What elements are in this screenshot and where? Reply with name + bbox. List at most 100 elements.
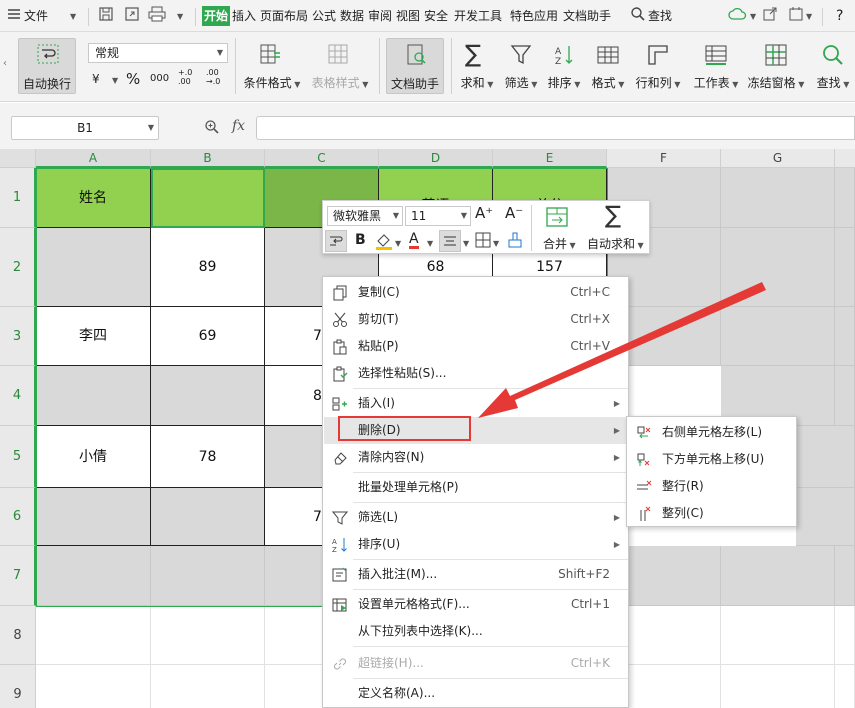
tab-developer[interactable]: 开发工具 <box>454 6 502 26</box>
bold-button[interactable]: B <box>355 232 366 248</box>
merge-button[interactable]: 合并 ▼ <box>539 203 576 253</box>
cell-B4[interactable] <box>151 366 265 426</box>
submenu-entire-column[interactable]: 整列(C) <box>628 500 796 527</box>
menu-item-pick-from-list[interactable]: 从下拉列表中选择(K)... <box>324 618 628 645</box>
search-icon[interactable] <box>630 6 648 24</box>
cell-A5[interactable]: 小倩 <box>36 426 151 488</box>
submenu-shift-cells-up[interactable]: 下方单元格上移(U) <box>628 446 796 473</box>
row-col-button[interactable]: 行和列 ▼ <box>632 38 684 94</box>
window-caret-icon[interactable]: ▼ <box>806 12 812 21</box>
cell-G9[interactable] <box>721 665 835 708</box>
filter-button[interactable]: 筛选 ▼ <box>500 38 542 94</box>
column-header-C[interactable]: C <box>265 149 379 168</box>
tab-page-layout[interactable]: 页面布局 <box>260 6 308 26</box>
comma-format-button[interactable]: 000 <box>150 73 169 84</box>
worksheet-button[interactable]: 工作表 ▼ <box>690 38 742 94</box>
column-header-A[interactable]: A <box>36 149 151 168</box>
cell-A1[interactable]: 姓名 <box>36 168 151 228</box>
cloud-caret-icon[interactable]: ▼ <box>750 12 756 21</box>
decrease-decimal-button[interactable]: .00 →.0 <box>206 68 228 86</box>
search-button[interactable]: 查找 <box>648 6 672 26</box>
increase-decimal-button[interactable]: +.0 .00 <box>178 68 198 86</box>
menu-item-paste[interactable]: 粘贴(P) Ctrl+V <box>324 333 628 360</box>
menu-item-insert[interactable]: 插入(I) ▶ <box>324 390 628 417</box>
menu-item-clear-contents[interactable]: 清除内容(N) ▶ <box>324 444 628 471</box>
cell-H2[interactable] <box>835 228 855 307</box>
format-painter-button[interactable] <box>507 232 523 251</box>
cell-G6[interactable] <box>796 488 855 546</box>
row-header-8[interactable]: 8 <box>0 606 36 665</box>
cell-H1[interactable] <box>835 168 855 228</box>
export-icon[interactable] <box>124 6 142 24</box>
fill-color-button[interactable] <box>375 232 393 253</box>
tab-formulas[interactable]: 公式 <box>312 6 336 26</box>
zoom-magnifier-icon[interactable] <box>204 119 220 138</box>
sort-button[interactable]: AZ 排序 ▼ <box>543 38 585 94</box>
cell-B8[interactable] <box>151 606 265 665</box>
cell-G7[interactable] <box>721 546 835 606</box>
cell-A9[interactable] <box>36 665 151 708</box>
row-header-6[interactable]: 6 <box>0 488 36 546</box>
cell-B5[interactable]: 78 <box>151 426 265 488</box>
hamburger-menu-icon[interactable] <box>6 6 24 24</box>
wrap-text-mini-button[interactable] <box>325 230 347 252</box>
cell-A8[interactable] <box>36 606 151 665</box>
cell-G8[interactable] <box>721 606 835 665</box>
cell-B9[interactable] <box>151 665 265 708</box>
font-name-select[interactable]: 微软雅黑 ▼ <box>327 206 403 226</box>
cell-G2[interactable] <box>721 228 835 307</box>
cloud-sync-icon[interactable] <box>728 6 747 24</box>
percent-format-button[interactable]: % <box>126 70 140 88</box>
column-header-G[interactable]: G <box>721 149 835 168</box>
submenu-entire-row[interactable]: 整行(R) <box>628 473 796 500</box>
tab-view[interactable]: 视图 <box>396 6 420 26</box>
sum-button[interactable]: ∑ 求和 ▼ <box>455 38 499 94</box>
cell-A2[interactable] <box>36 228 151 307</box>
currency-caret-icon[interactable]: ▼ <box>112 76 118 85</box>
borders-button[interactable] <box>475 232 491 251</box>
currency-format-button[interactable]: ¥ <box>92 72 100 86</box>
row-header-7[interactable]: 7 <box>0 546 36 606</box>
cell-A4[interactable] <box>36 366 151 426</box>
menu-item-insert-comment[interactable]: 插入批注(M)... Shift+F2 <box>324 561 628 588</box>
select-all-corner[interactable] <box>0 149 36 168</box>
find-button[interactable]: 查找 ▼ <box>812 38 854 94</box>
quick-access-caret-icon[interactable]: ▼ <box>177 12 183 21</box>
save-icon[interactable] <box>98 6 116 24</box>
row-header-5[interactable]: 5 <box>0 426 36 488</box>
ribbon-scroll-left-icon[interactable]: ‹ <box>3 58 7 69</box>
submenu-shift-cells-left[interactable]: 右侧单元格左移(L) <box>628 419 796 446</box>
row-header-2[interactable]: 2 <box>0 228 36 307</box>
cell-H3[interactable] <box>835 307 855 366</box>
cell-H4[interactable] <box>835 366 855 426</box>
column-header-D[interactable]: D <box>379 149 493 168</box>
autosum-button[interactable]: ∑ 自动求和 ▼ <box>585 201 647 253</box>
row-header-3[interactable]: 3 <box>0 307 36 366</box>
number-format-select[interactable]: 常规 ▼ <box>88 43 228 63</box>
freeze-panes-button[interactable]: 冻结窗格 ▼ <box>746 38 806 94</box>
menu-item-hyperlink[interactable]: 超链接(H)... Ctrl+K <box>324 650 628 677</box>
column-header-B[interactable]: B <box>151 149 265 168</box>
share-icon[interactable] <box>762 6 780 24</box>
cell-B3[interactable]: 69 <box>151 307 265 366</box>
cell-G5[interactable] <box>796 426 855 488</box>
font-color-button[interactable]: A <box>409 231 419 249</box>
menu-item-define-name[interactable]: 定义名称(A)... <box>324 680 628 707</box>
cell-A6[interactable] <box>36 488 151 546</box>
window-icon[interactable] <box>788 6 806 24</box>
tab-insert[interactable]: 插入 <box>232 6 256 26</box>
cell-A7[interactable] <box>36 546 151 606</box>
formula-input[interactable] <box>256 116 855 140</box>
column-header-E[interactable]: E <box>493 149 607 168</box>
print-icon[interactable] <box>148 6 166 24</box>
file-menu[interactable]: 文件 <box>24 6 48 26</box>
menu-item-filter[interactable]: 筛选(L) ▶ <box>324 504 628 531</box>
shrink-font-button[interactable]: A⁻ <box>505 204 523 222</box>
cell-H9[interactable] <box>835 665 855 708</box>
table-style-button[interactable]: 表格样式 ▼ <box>308 38 372 94</box>
align-caret-icon[interactable]: ▼ <box>463 239 469 248</box>
menu-item-format-cells[interactable]: 设置单元格格式(F)... Ctrl+1 <box>324 591 628 618</box>
fill-color-caret-icon[interactable]: ▼ <box>395 239 401 248</box>
tab-review[interactable]: 审阅 <box>368 6 392 26</box>
font-size-select[interactable]: 11 ▼ <box>405 206 471 226</box>
